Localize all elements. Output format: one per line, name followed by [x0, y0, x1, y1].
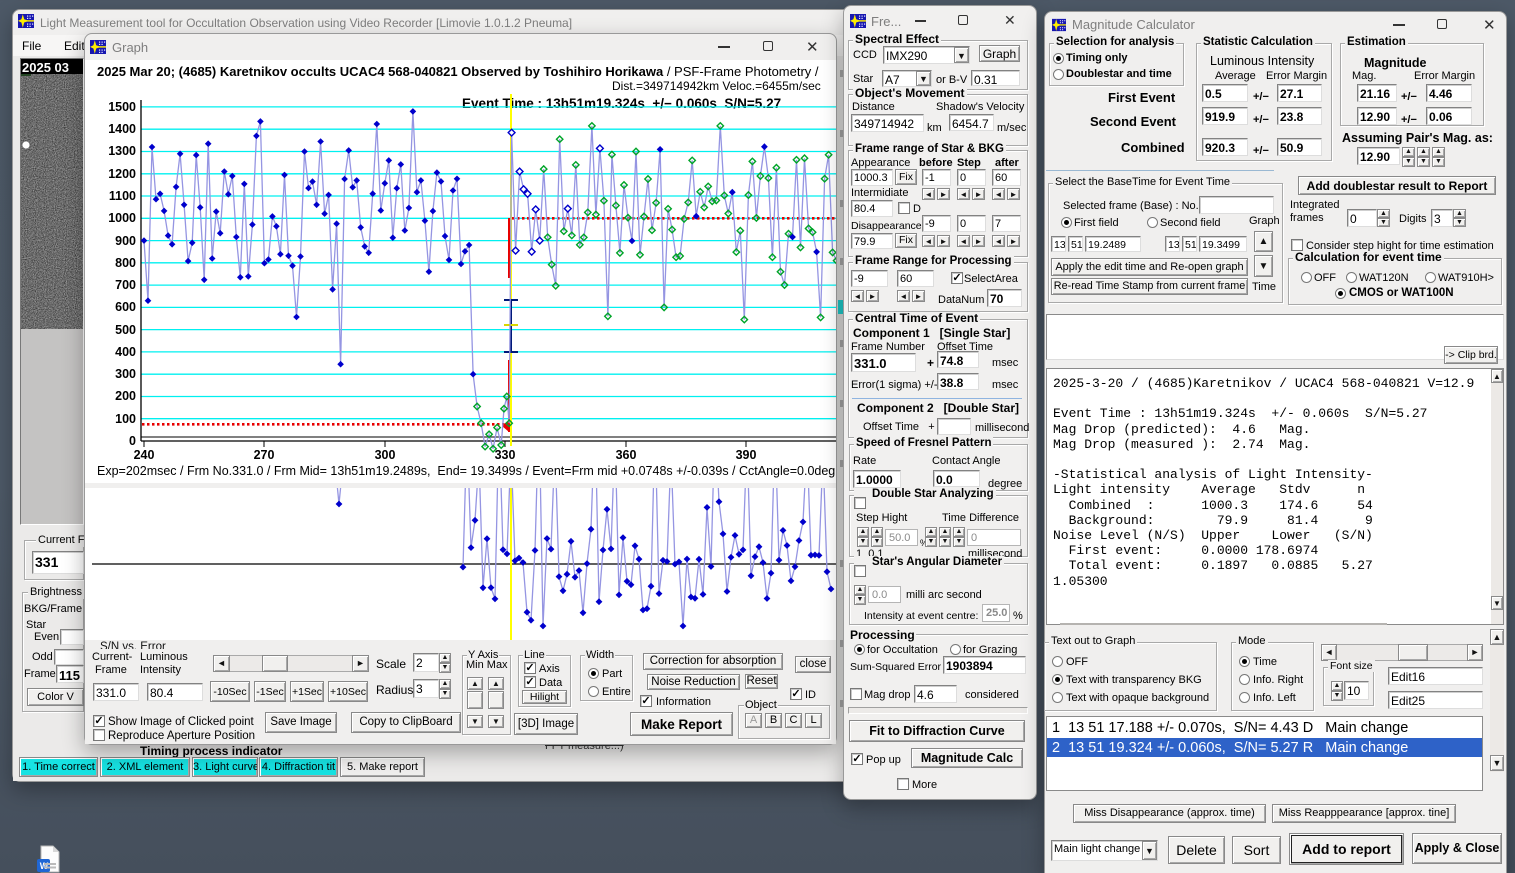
svg-text:200: 200 [115, 389, 136, 403]
svg-text:390: 390 [736, 448, 757, 462]
svg-text:360: 360 [616, 448, 637, 462]
svg-text:1400: 1400 [108, 122, 136, 136]
svg-text:W: W [40, 861, 49, 871]
svg-text:600: 600 [115, 300, 136, 314]
svg-text:400: 400 [115, 345, 136, 359]
svg-text:1300: 1300 [108, 144, 136, 158]
svg-text:1000: 1000 [108, 211, 136, 225]
svg-text:900: 900 [115, 234, 136, 248]
svg-text:700: 700 [115, 278, 136, 292]
svg-text:270: 270 [254, 448, 275, 462]
svg-text:1100: 1100 [109, 189, 136, 203]
svg-text:1200: 1200 [108, 167, 136, 181]
svg-text:500: 500 [115, 323, 136, 337]
svg-text:1500: 1500 [108, 100, 136, 114]
svg-text:300: 300 [375, 448, 396, 462]
svg-text:100: 100 [115, 412, 136, 426]
svg-text:800: 800 [115, 256, 136, 270]
svg-text:330: 330 [495, 448, 516, 462]
svg-text:300: 300 [115, 367, 136, 381]
svg-text:240: 240 [134, 448, 155, 462]
svg-text:0: 0 [129, 434, 136, 448]
